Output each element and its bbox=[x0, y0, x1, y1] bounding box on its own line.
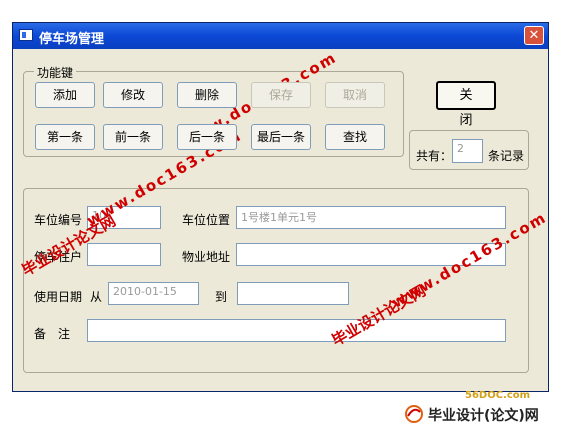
row1-button-3[interactable]: 删除 bbox=[177, 82, 237, 108]
row1-button-5: 取消 bbox=[325, 82, 385, 108]
to-date-field[interactable] bbox=[237, 282, 349, 305]
from-date-field[interactable]: 2010-01-15 bbox=[108, 282, 199, 305]
space-loc-label: 车位位置 bbox=[182, 213, 231, 227]
date-label: 使用日期 bbox=[34, 290, 83, 304]
window-title: 停车场管理 bbox=[39, 32, 105, 47]
function-keys-legend: 功能键 bbox=[34, 64, 77, 81]
row1-button-1[interactable]: 添加 bbox=[35, 82, 95, 108]
row2-button-3[interactable]: 后一条 bbox=[177, 124, 237, 150]
row2-button-4[interactable]: 最后一条 bbox=[251, 124, 311, 150]
record-count-prefix: 共有： bbox=[416, 149, 453, 163]
record-count-suffix: 条记录 bbox=[488, 149, 525, 163]
main-window: 停车场管理 ✕ 功能键 关闭 共有： 2 条记录 车位编号 101 车位位置 1… bbox=[12, 22, 550, 392]
site-url: 56DOC.com bbox=[465, 390, 531, 401]
window-close-button[interactable]: ✕ bbox=[524, 26, 544, 45]
row1-button-4: 保存 bbox=[251, 82, 311, 108]
app-icon bbox=[19, 29, 33, 41]
remark-field[interactable] bbox=[87, 319, 506, 342]
resident-field[interactable] bbox=[87, 243, 161, 266]
row2-button-1[interactable]: 第一条 bbox=[35, 124, 95, 150]
to-label: 到 bbox=[215, 290, 228, 304]
record-count-field: 2 bbox=[452, 139, 483, 163]
address-label: 物业地址 bbox=[182, 250, 231, 264]
site-brand: 毕业设计(论文)网 bbox=[428, 408, 539, 424]
row2-button-5[interactable]: 查找 bbox=[325, 124, 385, 150]
row2-button-2[interactable]: 前一条 bbox=[103, 124, 163, 150]
from-label: 从 bbox=[90, 290, 103, 304]
site-logo-icon bbox=[405, 405, 423, 423]
close-button[interactable]: 关闭 bbox=[436, 81, 496, 128]
row1-button-2[interactable]: 修改 bbox=[103, 82, 163, 108]
remark-label: 备 注 bbox=[34, 327, 71, 341]
title-bar[interactable]: 停车场管理 ✕ bbox=[13, 23, 548, 49]
space-no-label: 车位编号 bbox=[34, 213, 83, 227]
space-loc-field[interactable]: 1号楼1单元1号 bbox=[236, 206, 506, 229]
